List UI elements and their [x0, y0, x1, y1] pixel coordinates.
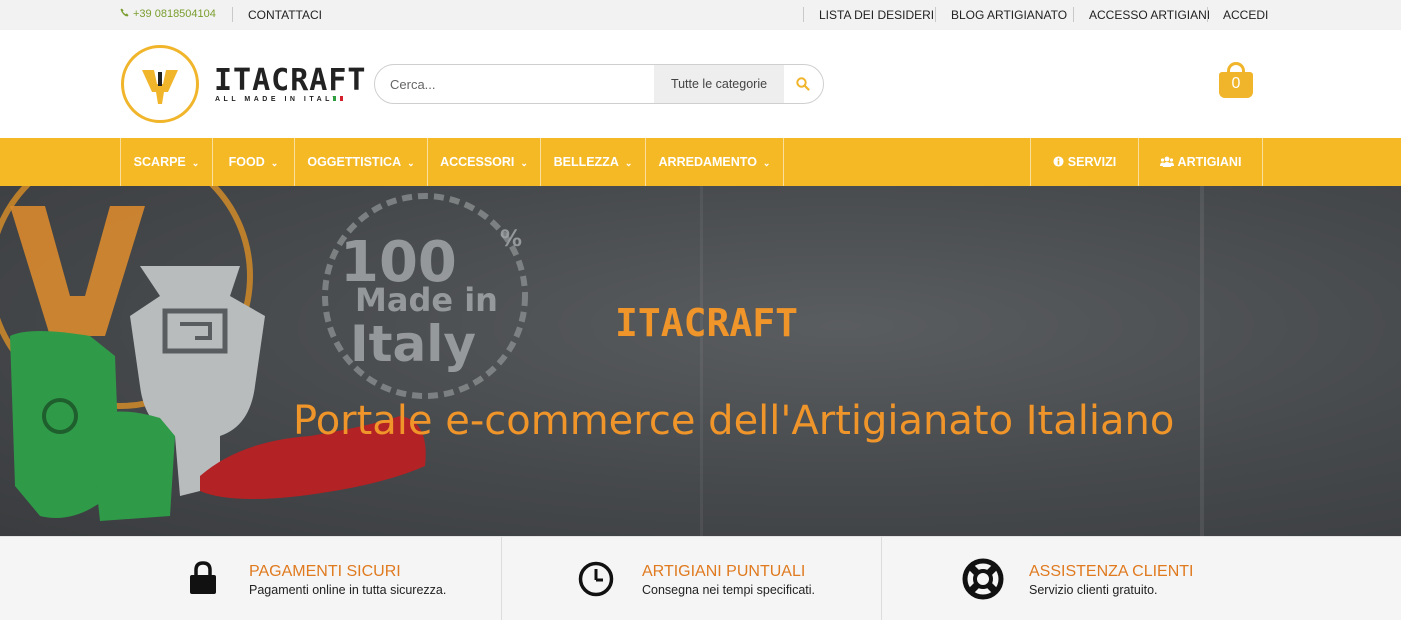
nav-item-artigiani[interactable]: ARTIGIANI — [1139, 138, 1262, 186]
lifebuoy-icon — [962, 558, 1004, 600]
top-bar: +39 0818504104 CONTATTACI LISTA DEI DESI… — [0, 0, 1401, 30]
divider — [1073, 7, 1074, 22]
search-icon — [796, 77, 810, 91]
hero-banner[interactable]: 100 % Made in Italy ITACRAFT Portale e-c… — [0, 186, 1401, 536]
category-select[interactable]: Tutte le categorie — [654, 65, 784, 103]
nav-label: BELLEZZA — [553, 155, 619, 169]
feature-punctual-artisans: ARTIGIANI PUNTUALI Consegna nei tempi sp… — [502, 537, 881, 620]
logo-emblem — [121, 45, 199, 123]
nav-item-servizi[interactable]: SERVIZI — [1031, 138, 1138, 186]
feature-title: PAGAMENTI SICURI — [249, 563, 401, 580]
chalk-streak — [700, 186, 703, 536]
feature-desc: Consegna nei tempi specificati. — [642, 583, 816, 597]
feature-secure-payments: PAGAMENTI SICURI Pagamenti online in tut… — [0, 537, 501, 620]
feature-title: ARTIGIANI PUNTUALI — [642, 563, 806, 580]
feature-desc: Servizio clienti gratuito. — [1029, 583, 1158, 597]
blog-link[interactable]: BLOG ARTIGIANATO — [951, 8, 1067, 22]
feature-customer-support: ASSISTENZA CLIENTI Servizio clienti grat… — [882, 537, 1401, 620]
nav-item-arredamento[interactable]: ARREDAMENTO ⌄ — [646, 138, 783, 186]
chalk-streak — [1200, 186, 1204, 536]
nav-label: ARTIGIANI — [1177, 155, 1242, 169]
nav-label: ARREDAMENTO — [658, 155, 757, 169]
nav-item-bellezza[interactable]: BELLEZZA ⌄ — [541, 138, 645, 186]
phone-number: +39 0818504104 — [133, 8, 216, 20]
chevron-down-icon: ⌄ — [407, 158, 415, 168]
hero-subtitle: Portale e-commerce dell'Artigianato Ital… — [293, 398, 1175, 444]
italy-flag-icon — [333, 96, 343, 101]
svg-text:Made in: Made in — [355, 281, 498, 319]
nav-label: OGGETTISTICA — [307, 155, 402, 169]
svg-text:%: % — [500, 227, 522, 252]
main-nav: SCARPE ⌄ FOOD ⌄ OGGETTISTICA ⌄ ACCESSORI ⌄ B… — [0, 138, 1401, 186]
divider — [1207, 7, 1208, 22]
chevron-down-icon: ⌄ — [624, 158, 633, 168]
features-strip: PAGAMENTI SICURI Pagamenti online in tut… — [0, 536, 1401, 620]
svg-text:Italy: Italy — [350, 315, 476, 373]
feature-desc: Pagamenti online in tutta sicurezza. — [249, 583, 447, 597]
cart-count: 0 — [1231, 75, 1241, 92]
cart-button[interactable]: 0 — [1219, 62, 1253, 98]
nav-divider — [1262, 138, 1263, 186]
chevron-down-icon: ⌄ — [762, 158, 771, 168]
divider — [935, 7, 936, 22]
phone-link[interactable]: +39 0818504104 — [120, 8, 216, 20]
chevron-down-icon: ⌄ — [191, 158, 200, 168]
divider — [803, 7, 804, 22]
nav-label: FOOD — [228, 155, 265, 169]
search-button[interactable] — [783, 65, 823, 103]
lock-icon — [190, 561, 216, 594]
nav-item-scarpe[interactable]: SCARPE ⌄ — [121, 138, 212, 186]
nav-item-oggettistica[interactable]: OGGETTISTICA ⌄ — [295, 138, 427, 186]
users-icon — [1159, 156, 1174, 167]
logo-tagline: ALL MADE IN ITALY — [215, 96, 341, 103]
chevron-down-icon: ⌄ — [520, 158, 528, 168]
logo-wordmark: ITACRAFT — [214, 63, 367, 98]
contact-link[interactable]: CONTATTACI — [248, 8, 322, 22]
nav-item-accessori[interactable]: ACCESSORI ⌄ — [428, 138, 540, 186]
divider — [232, 7, 233, 22]
login-link[interactable]: ACCEDI — [1223, 8, 1268, 22]
clock-icon — [578, 561, 614, 597]
wishlist-link[interactable]: LISTA DEI DESIDERI — [819, 8, 934, 22]
search-bar: Tutte le categorie — [374, 64, 824, 104]
hero-illustration: 100 % Made in Italy — [0, 186, 528, 521]
nav-label: SCARPE — [133, 155, 186, 169]
artisan-access-link[interactable]: ACCESSO ARTIGIANI — [1089, 8, 1210, 22]
nav-label: SERVIZI — [1067, 155, 1117, 169]
phone-icon — [120, 8, 129, 20]
nav-label: ACCESSORI — [440, 155, 515, 169]
nav-divider — [783, 138, 784, 186]
info-icon — [1053, 156, 1064, 167]
chevron-down-icon: ⌄ — [270, 158, 279, 168]
search-input[interactable] — [375, 65, 654, 103]
feature-title: ASSISTENZA CLIENTI — [1029, 563, 1194, 580]
nav-item-food[interactable]: FOOD ⌄ — [213, 138, 294, 186]
site-logo[interactable]: ITACRAFT ALL MADE IN ITALY — [121, 45, 366, 125]
hero-title: ITACRAFT — [615, 301, 799, 345]
